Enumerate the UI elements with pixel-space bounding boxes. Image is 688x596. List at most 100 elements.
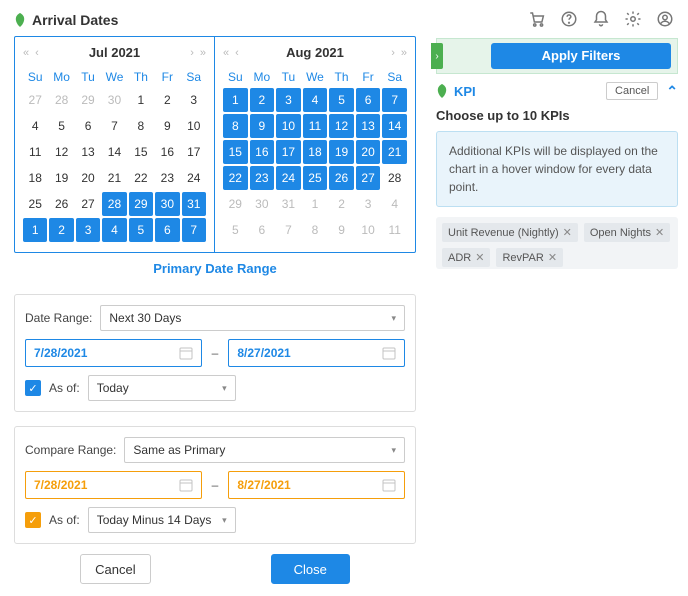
kpi-tag[interactable]: ADR✕ <box>442 248 490 267</box>
calendar-day[interactable]: 7 <box>382 88 407 112</box>
calendar-day[interactable]: 13 <box>76 140 100 164</box>
calendar-day[interactable]: 27 <box>23 88 47 112</box>
calendar-day[interactable]: 25 <box>23 192 47 216</box>
compare-start-input[interactable]: 7/28/2021 <box>25 471 202 499</box>
calendar-day[interactable]: 5 <box>223 218 248 242</box>
calendar-day[interactable]: 16 <box>155 140 179 164</box>
calendar-day[interactable]: 29 <box>223 192 248 216</box>
calendar-day[interactable]: 9 <box>250 114 275 138</box>
compare-asof-checkbox[interactable]: ✓ <box>25 512 41 528</box>
calendar-day[interactable]: 20 <box>76 166 100 190</box>
calendar-day[interactable]: 8 <box>129 114 153 138</box>
calendar-day[interactable]: 1 <box>23 218 47 242</box>
calendar-day[interactable]: 6 <box>155 218 179 242</box>
calendar-day[interactable]: 31 <box>276 192 301 216</box>
calendar-day[interactable]: 30 <box>250 192 275 216</box>
calendar-day[interactable]: 14 <box>382 114 407 138</box>
cal-next-icon[interactable]: › <box>389 47 397 59</box>
cal-next-fast-icon[interactable]: » <box>198 47 208 59</box>
calendar-day[interactable]: 7 <box>182 218 206 242</box>
calendar-day[interactable]: 24 <box>276 166 301 190</box>
calendar-day[interactable]: 25 <box>303 166 328 190</box>
calendar-day[interactable]: 30 <box>155 192 179 216</box>
calendar-day[interactable]: 17 <box>276 140 301 164</box>
remove-tag-icon[interactable]: ✕ <box>563 226 572 239</box>
calendar-day[interactable]: 4 <box>382 192 407 216</box>
calendar-day[interactable]: 24 <box>182 166 206 190</box>
compare-asof-select[interactable]: Today Minus 14 Days ▾ <box>88 507 236 533</box>
calendar-day[interactable]: 5 <box>49 114 73 138</box>
cal-next-icon[interactable]: › <box>188 47 196 59</box>
calendar-day[interactable]: 1 <box>303 192 328 216</box>
cancel-button[interactable]: Cancel <box>80 554 150 584</box>
calendar-day[interactable]: 5 <box>329 88 354 112</box>
calendar-day[interactable]: 23 <box>250 166 275 190</box>
calendar-day[interactable]: 9 <box>155 114 179 138</box>
calendar-day[interactable]: 10 <box>356 218 381 242</box>
chevron-up-icon[interactable]: ⌃ <box>666 83 678 100</box>
kpi-tag[interactable]: Unit Revenue (Nightly)✕ <box>442 223 578 242</box>
cal-next-fast-icon[interactable]: » <box>399 47 409 59</box>
remove-tag-icon[interactable]: ✕ <box>548 251 557 264</box>
apply-filters-button[interactable]: Apply Filters <box>491 43 671 69</box>
cal-prev-fast-icon[interactable]: « <box>221 47 231 59</box>
calendar-day[interactable]: 21 <box>102 166 126 190</box>
calendar-day[interactable]: 31 <box>182 192 206 216</box>
calendar-day[interactable]: 20 <box>356 140 381 164</box>
primary-start-input[interactable]: 7/28/2021 <box>25 339 202 367</box>
calendar-day[interactable]: 3 <box>182 88 206 112</box>
calendar-day[interactable]: 21 <box>382 140 407 164</box>
calendar-day[interactable]: 26 <box>329 166 354 190</box>
calendar-day[interactable]: 8 <box>303 218 328 242</box>
primary-end-input[interactable]: 8/27/2021 <box>228 339 405 367</box>
calendar-day[interactable]: 11 <box>303 114 328 138</box>
calendar-day[interactable]: 2 <box>155 88 179 112</box>
calendar-day[interactable]: 12 <box>49 140 73 164</box>
calendar-day[interactable]: 10 <box>276 114 301 138</box>
calendar-day[interactable]: 12 <box>329 114 354 138</box>
kpi-cancel-button[interactable]: Cancel <box>606 82 658 100</box>
calendar-day[interactable]: 1 <box>129 88 153 112</box>
cal-prev-icon[interactable]: ‹ <box>33 47 41 59</box>
remove-tag-icon[interactable]: ✕ <box>475 251 484 264</box>
calendar-day[interactable]: 15 <box>129 140 153 164</box>
gear-icon[interactable] <box>624 10 642 28</box>
compare-range-select[interactable]: Same as Primary ▾ <box>124 437 405 463</box>
calendar-day[interactable]: 9 <box>329 218 354 242</box>
calendar-day[interactable]: 4 <box>102 218 126 242</box>
calendar-day[interactable]: 26 <box>49 192 73 216</box>
kpi-tag[interactable]: RevPAR✕ <box>496 248 563 267</box>
calendar-day[interactable]: 30 <box>102 88 126 112</box>
calendar-day[interactable]: 16 <box>250 140 275 164</box>
calendar-day[interactable]: 6 <box>76 114 100 138</box>
cart-icon[interactable] <box>528 10 546 28</box>
calendar-day[interactable]: 6 <box>356 88 381 112</box>
calendar-day[interactable]: 8 <box>223 114 248 138</box>
calendar-day[interactable]: 7 <box>102 114 126 138</box>
calendar-day[interactable]: 3 <box>276 88 301 112</box>
calendar-day[interactable]: 28 <box>382 166 407 190</box>
calendar-day[interactable]: 11 <box>382 218 407 242</box>
calendar-day[interactable]: 19 <box>49 166 73 190</box>
calendar-day[interactable]: 27 <box>76 192 100 216</box>
cal-prev-fast-icon[interactable]: « <box>21 47 31 59</box>
date-range-select[interactable]: Next 30 Days ▾ <box>100 305 405 331</box>
calendar-day[interactable]: 17 <box>182 140 206 164</box>
calendar-day[interactable]: 3 <box>76 218 100 242</box>
close-button[interactable]: Close <box>271 554 350 584</box>
calendar-day[interactable]: 18 <box>23 166 47 190</box>
calendar-day[interactable]: 2 <box>329 192 354 216</box>
expand-caret-icon[interactable]: › <box>431 43 443 69</box>
calendar-day[interactable]: 4 <box>23 114 47 138</box>
calendar-day[interactable]: 29 <box>76 88 100 112</box>
calendar-day[interactable]: 6 <box>250 218 275 242</box>
user-icon[interactable] <box>656 10 674 28</box>
calendar-day[interactable]: 7 <box>276 218 301 242</box>
calendar-day[interactable]: 5 <box>129 218 153 242</box>
calendar-day[interactable]: 23 <box>155 166 179 190</box>
calendar-day[interactable]: 29 <box>129 192 153 216</box>
calendar-day[interactable]: 28 <box>102 192 126 216</box>
calendar-day[interactable]: 13 <box>356 114 381 138</box>
calendar-day[interactable]: 2 <box>49 218 73 242</box>
calendar-day[interactable]: 14 <box>102 140 126 164</box>
